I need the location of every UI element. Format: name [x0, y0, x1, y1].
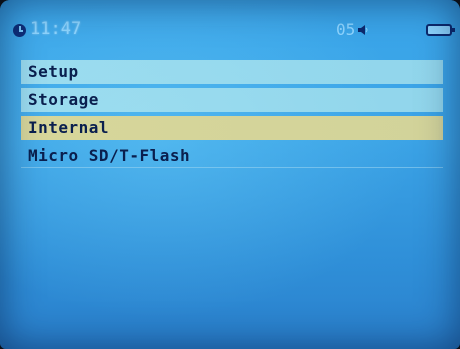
status-bar: 11:47 05	[10, 14, 455, 44]
device-screen: 11:47 05 Setup Storage Internal Micro SD…	[0, 0, 460, 349]
clock-time: 11:47	[30, 19, 82, 39]
settings-menu: Setup Storage Internal Micro SD/T-Flash	[21, 60, 443, 172]
screen-vignette	[0, 0, 460, 349]
clock-icon	[13, 24, 26, 37]
battery-icon	[426, 24, 455, 36]
menu-subtitle: Storage	[21, 88, 443, 112]
menu-title: Setup	[21, 60, 443, 84]
speaker-icon	[358, 25, 368, 35]
volume-level: 05	[336, 20, 356, 39]
menu-item-internal[interactable]: Internal	[21, 116, 443, 140]
menu-item-micro-sd[interactable]: Micro SD/T-Flash	[21, 144, 443, 168]
